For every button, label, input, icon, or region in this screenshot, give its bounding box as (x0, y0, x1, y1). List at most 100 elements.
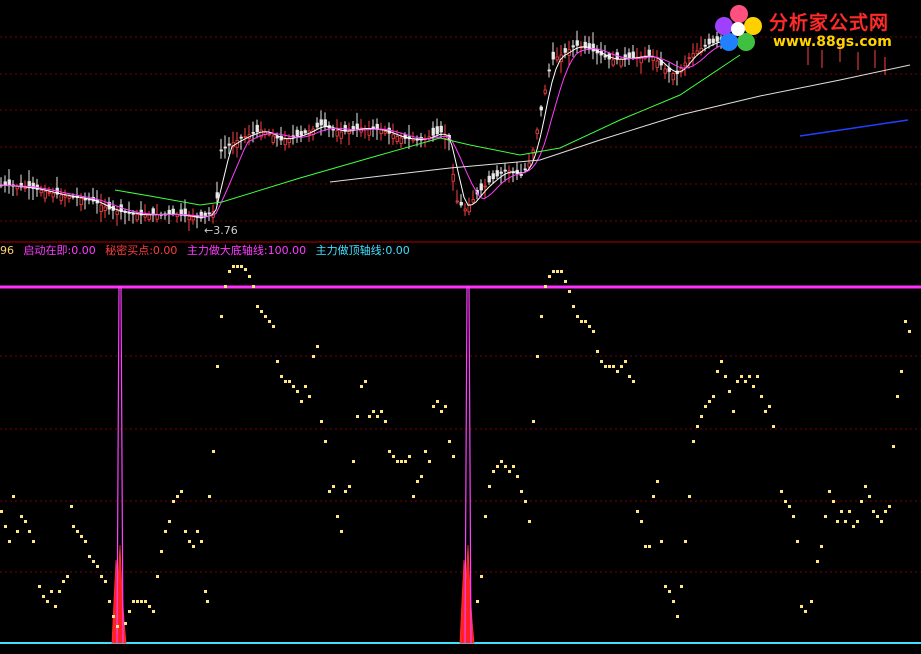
indicator-dot (380, 410, 383, 413)
indicator-dot (140, 600, 143, 603)
indicator-dot (144, 600, 147, 603)
indicator-dot (288, 380, 291, 383)
ma-line-blue (799, 119, 909, 137)
indicator-dot (504, 465, 507, 468)
indicator-dot (632, 380, 635, 383)
indicator-dot (180, 490, 183, 493)
indicator-dot (88, 555, 91, 558)
indicator-dot (212, 450, 215, 453)
candle-body (671, 73, 675, 81)
candle-body (463, 208, 467, 212)
indicator-dot (412, 495, 415, 498)
indicator-dot (872, 510, 875, 513)
indicator-dot (104, 580, 107, 583)
indicator-dot (46, 600, 49, 603)
stock-chart: ←3.76 (0, 30, 921, 644)
indicator-dot (832, 500, 835, 503)
indicator-dot (664, 585, 667, 588)
indicator-dot (900, 370, 903, 373)
indicator-dot (42, 595, 45, 598)
indicator-dot (132, 600, 135, 603)
candle-body (83, 198, 87, 201)
site-logo: 分析家公式网 www.88gs.com (713, 4, 913, 52)
ma-line-gray (329, 64, 911, 183)
indicator-dot (848, 510, 851, 513)
candle-body (99, 204, 103, 212)
candle-body (271, 135, 275, 143)
indicator-dot (360, 385, 363, 388)
candle-body (275, 136, 279, 139)
indicator-dot (656, 480, 659, 483)
indicator-dot (692, 440, 695, 443)
indicator-dot (584, 320, 587, 323)
indicator-dot (824, 515, 827, 518)
candle-body (499, 171, 503, 174)
candle-body (683, 62, 687, 67)
candle-body (63, 195, 67, 198)
indicator-dot (176, 495, 179, 498)
indicator-dot (744, 380, 747, 383)
indicator-dot (80, 535, 83, 538)
indicator-dot (164, 530, 167, 533)
indicator-dot (764, 410, 767, 413)
indicator-dot (484, 515, 487, 518)
candle-body (411, 138, 415, 142)
indicator-dot (396, 460, 399, 463)
indicator-dot (628, 375, 631, 378)
logo-name: 分析家公式网 (769, 12, 890, 34)
indicator-dot (24, 520, 27, 523)
indicator-dot (508, 470, 511, 473)
indicator-dot (20, 515, 23, 518)
indicator-dot (304, 385, 307, 388)
candle-body (647, 49, 651, 56)
indicator-dot (816, 560, 819, 563)
indicator-dot (340, 530, 343, 533)
candle-body (255, 124, 259, 133)
indicator-dot (716, 370, 719, 373)
indicator-dot (236, 265, 239, 268)
indicator-dot (252, 285, 255, 288)
indicator-dot (800, 605, 803, 608)
indicator-dot (668, 590, 671, 593)
indicator-dot (568, 290, 571, 293)
indicator-dot (156, 575, 159, 578)
indicator-dot (864, 485, 867, 488)
indicator-dot (316, 345, 319, 348)
indicator-dot (624, 360, 627, 363)
indicator-dot (500, 460, 503, 463)
flower-icon (715, 5, 762, 51)
indicator-dot (108, 600, 111, 603)
indicator-dot (596, 350, 599, 353)
candle-body (563, 48, 567, 53)
candle-body (79, 197, 83, 206)
indicator-dot (272, 325, 275, 328)
candle-body (547, 69, 551, 72)
indicator-dot (736, 380, 739, 383)
candle-body (43, 190, 47, 199)
candle-body (15, 186, 19, 190)
candle-body (319, 119, 323, 126)
indicator-dot (904, 320, 907, 323)
indicator-dot (480, 575, 483, 578)
candle-body (203, 212, 207, 217)
spike-fill (459, 544, 475, 644)
indicator-dot (70, 505, 73, 508)
indicator-dot (560, 270, 563, 273)
indicator-dot (516, 475, 519, 478)
indicator-dot (416, 480, 419, 483)
candle-body (103, 206, 107, 211)
indicator-dot (32, 540, 35, 543)
indicator-dot (336, 515, 339, 518)
candle-body (303, 130, 307, 134)
indicator-dot (636, 510, 639, 513)
indicator-dot (384, 420, 387, 423)
candle-body (459, 201, 463, 206)
indicator-dot (208, 495, 211, 498)
indicator-dot (720, 360, 723, 363)
indicator-dot (564, 280, 567, 283)
indicator-dot (92, 560, 95, 563)
indicator-dot (320, 420, 323, 423)
candle-body (467, 205, 471, 213)
indicator-dot (660, 540, 663, 543)
indicator-dot (100, 575, 103, 578)
